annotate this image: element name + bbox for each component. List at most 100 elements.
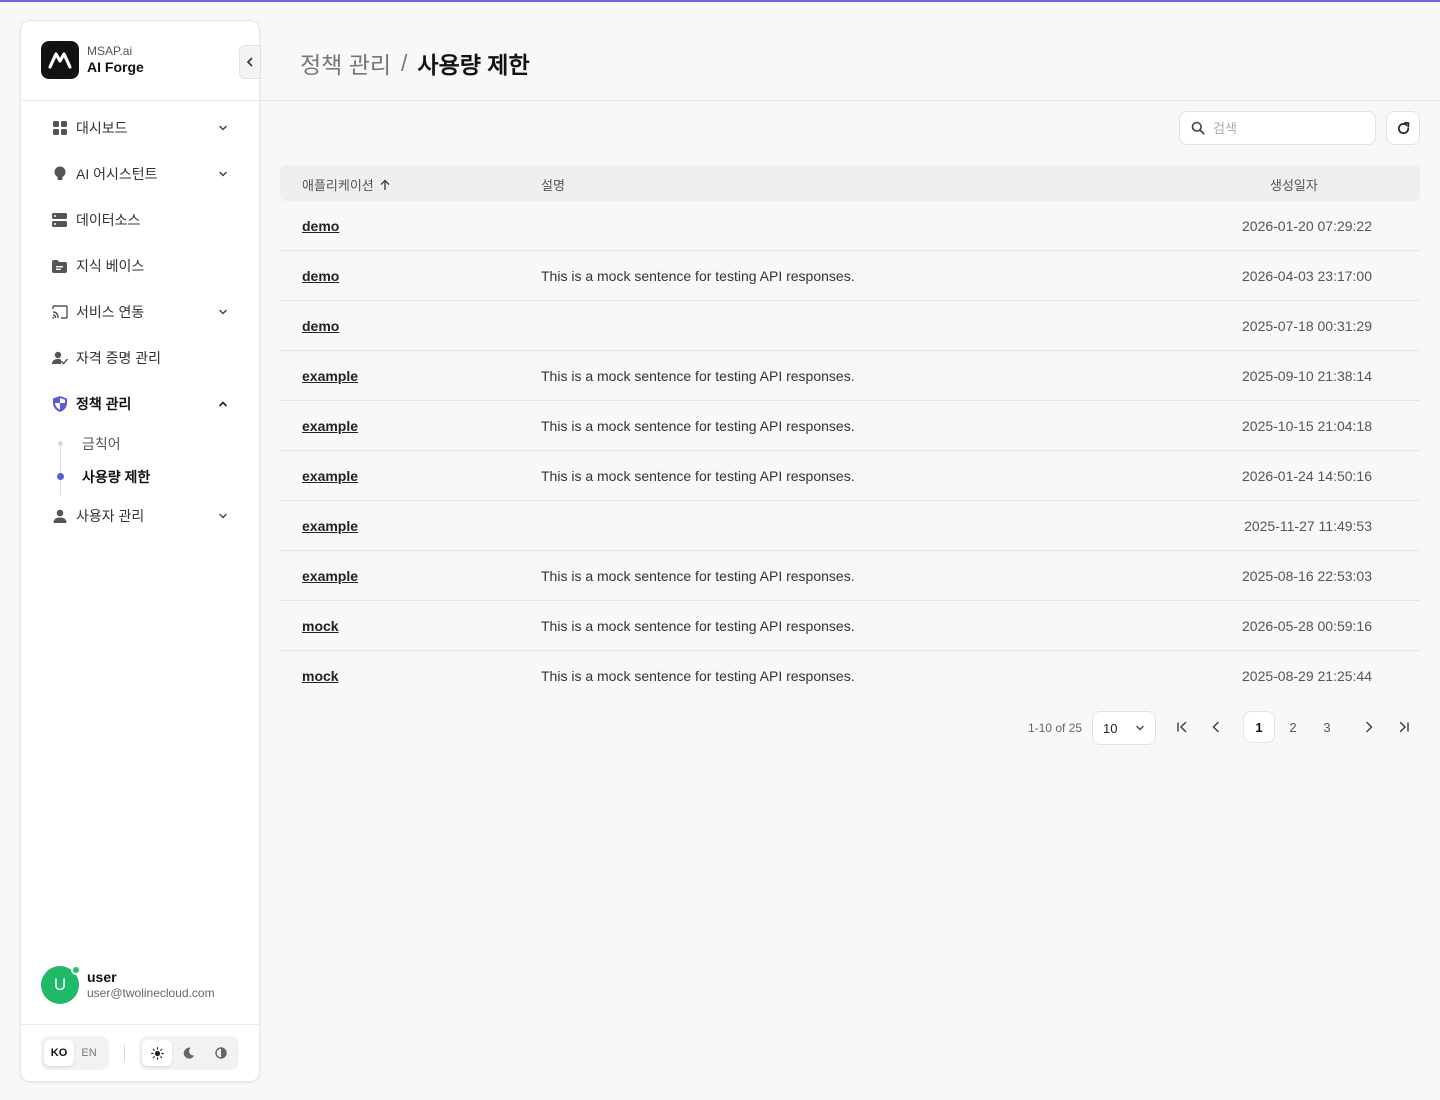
chevron-left-icon: [246, 57, 253, 67]
subnav-item-banned-words[interactable]: 금칙어: [82, 434, 121, 454]
refresh-icon: [1397, 121, 1409, 134]
chevron-up-icon: [219, 401, 227, 407]
table-row[interactable]: example 2025-11-27 11:49:53: [280, 501, 1420, 551]
app-name-link[interactable]: example: [302, 568, 358, 584]
header-divider: [260, 100, 1440, 101]
breadcrumb-parent[interactable]: 정책 관리: [300, 46, 391, 80]
lang-ko-button[interactable]: KO: [44, 1040, 74, 1066]
description-cell: This is a mock sentence for testing API …: [541, 468, 855, 484]
column-label: 생성일자: [1270, 178, 1318, 193]
app-name-link[interactable]: mock: [302, 668, 339, 684]
sidebar-item-datasource[interactable]: 데이터소스: [51, 209, 231, 231]
sidebar-item-ai-assistant[interactable]: AI 어시스턴트: [51, 163, 231, 185]
created-at-cell: 2025-08-29 21:25:44: [1242, 668, 1372, 684]
column-header-description[interactable]: 설명: [541, 175, 565, 194]
subnav-item-usage-limit[interactable]: 사용량 제한: [82, 467, 150, 487]
brand[interactable]: MSAP.ai AI Forge: [41, 41, 144, 79]
dashboard-icon: [51, 120, 68, 137]
sidebar-item-credentials[interactable]: 자격 증명 관리: [51, 347, 231, 369]
moon-icon: [183, 1047, 195, 1059]
table-row[interactable]: demo 2026-01-20 07:29:22: [280, 201, 1420, 251]
column-header-created-at[interactable]: 생성일자: [1270, 175, 1318, 194]
sort-ascending-icon: [380, 179, 390, 190]
system-theme-button[interactable]: [206, 1040, 236, 1066]
sidebar-item-label: 데이터소스: [76, 212, 141, 228]
description-cell: This is a mock sentence for testing API …: [541, 668, 855, 684]
refresh-button[interactable]: [1386, 111, 1420, 145]
table-row[interactable]: demo 2025-07-18 00:31:29: [280, 301, 1420, 351]
sidebar-item-dashboard[interactable]: 대시보드: [51, 117, 231, 139]
page-1-button[interactable]: 1: [1243, 711, 1275, 743]
cast-icon: [51, 304, 68, 321]
folder-icon: [51, 258, 68, 275]
dark-theme-button[interactable]: [174, 1040, 204, 1066]
pagination-info: 1-10 of 25 10: [1028, 711, 1157, 745]
theme-switcher: [139, 1036, 239, 1070]
breadcrumb: 정책 관리 / 사용량 제한: [300, 46, 530, 80]
page-2-button[interactable]: 2: [1277, 711, 1309, 743]
chevron-down-icon: [219, 513, 227, 519]
user-profile[interactable]: U user user@twolinecloud.com: [41, 965, 215, 1004]
app-name-link[interactable]: example: [302, 518, 358, 534]
page-3-button[interactable]: 3: [1311, 711, 1343, 743]
page-size-select[interactable]: 10: [1092, 711, 1157, 745]
sun-icon: [150, 1046, 164, 1060]
sidebar-item-label: 지식 베이스: [76, 258, 145, 274]
created-at-cell: 2026-05-28 00:59:16: [1242, 618, 1372, 634]
shield-icon: [51, 396, 68, 413]
app-name-link[interactable]: mock: [302, 618, 339, 634]
lightbulb-icon: [51, 166, 68, 183]
avatar: U: [41, 965, 81, 1004]
person-icon: [51, 508, 68, 525]
description-cell: This is a mock sentence for testing API …: [541, 618, 855, 634]
sidebar-item-label: 자격 증명 관리: [76, 350, 162, 366]
sidebar-item-service-integration[interactable]: 서비스 연동: [51, 301, 231, 323]
table-row[interactable]: example This is a mock sentence for testi…: [280, 401, 1420, 451]
online-status-dot: [71, 965, 81, 975]
column-header-app[interactable]: 애플리케이션: [302, 175, 391, 194]
created-at-cell: 2025-11-27 11:49:53: [1244, 518, 1372, 534]
table-row[interactable]: mock This is a mock sentence for testing …: [280, 651, 1420, 701]
first-page-button[interactable]: [1166, 711, 1198, 743]
lang-en-button[interactable]: EN: [74, 1040, 104, 1066]
table-row[interactable]: example This is a mock sentence for testi…: [280, 351, 1420, 401]
table-row[interactable]: example This is a mock sentence for testi…: [280, 451, 1420, 501]
brand-name: AI Forge: [87, 58, 144, 75]
description-cell: This is a mock sentence for testing API …: [541, 418, 855, 434]
sidebar-item-policy[interactable]: 정책 관리: [51, 393, 231, 415]
sidebar-item-user-management[interactable]: 사용자 관리: [51, 505, 231, 527]
user-name: user: [87, 968, 117, 985]
contrast-icon: [215, 1047, 227, 1059]
app-name-link[interactable]: example: [302, 368, 358, 384]
app-name-link[interactable]: example: [302, 418, 358, 434]
previous-page-button[interactable]: [1200, 711, 1232, 743]
sidebar-item-label: 정책 관리: [76, 396, 132, 412]
app-name-link[interactable]: demo: [302, 268, 339, 284]
table-row[interactable]: mock This is a mock sentence for testing …: [280, 601, 1420, 651]
search-input[interactable]: [1213, 120, 1363, 136]
app-name-link[interactable]: demo: [302, 318, 339, 334]
next-page-button[interactable]: [1353, 711, 1385, 743]
search-icon: [1191, 121, 1205, 135]
chevron-down-icon: [219, 125, 227, 131]
sidebar-item-label: 사용자 관리: [76, 508, 145, 524]
light-theme-button[interactable]: [142, 1040, 172, 1066]
app-name-link[interactable]: demo: [302, 218, 339, 234]
language-switcher: KO EN: [41, 1036, 109, 1070]
description-cell: This is a mock sentence for testing API …: [541, 568, 855, 584]
search-box: [1179, 111, 1376, 145]
avatar-initial: U: [53, 975, 67, 994]
app-name-link[interactable]: example: [302, 468, 358, 484]
created-at-cell: 2025-07-18 00:31:29: [1242, 318, 1372, 334]
table-row[interactable]: demo This is a mock sentence for testing …: [280, 251, 1420, 301]
collapse-sidebar-button[interactable]: [239, 45, 261, 79]
last-page-button[interactable]: [1387, 711, 1419, 743]
chevron-down-icon: [1136, 725, 1144, 731]
sidebar-item-knowledge-base[interactable]: 지식 베이스: [51, 255, 231, 277]
last-page-icon: [1399, 721, 1409, 733]
user-email: user@twolinecloud.com: [87, 986, 215, 1001]
table-row[interactable]: example This is a mock sentence for testi…: [280, 551, 1420, 601]
pagination-range: 1-10 of 25: [1028, 721, 1083, 735]
chevron-right-icon: [1366, 721, 1373, 733]
created-at-cell: 2025-08-16 22:53:03: [1242, 568, 1372, 584]
